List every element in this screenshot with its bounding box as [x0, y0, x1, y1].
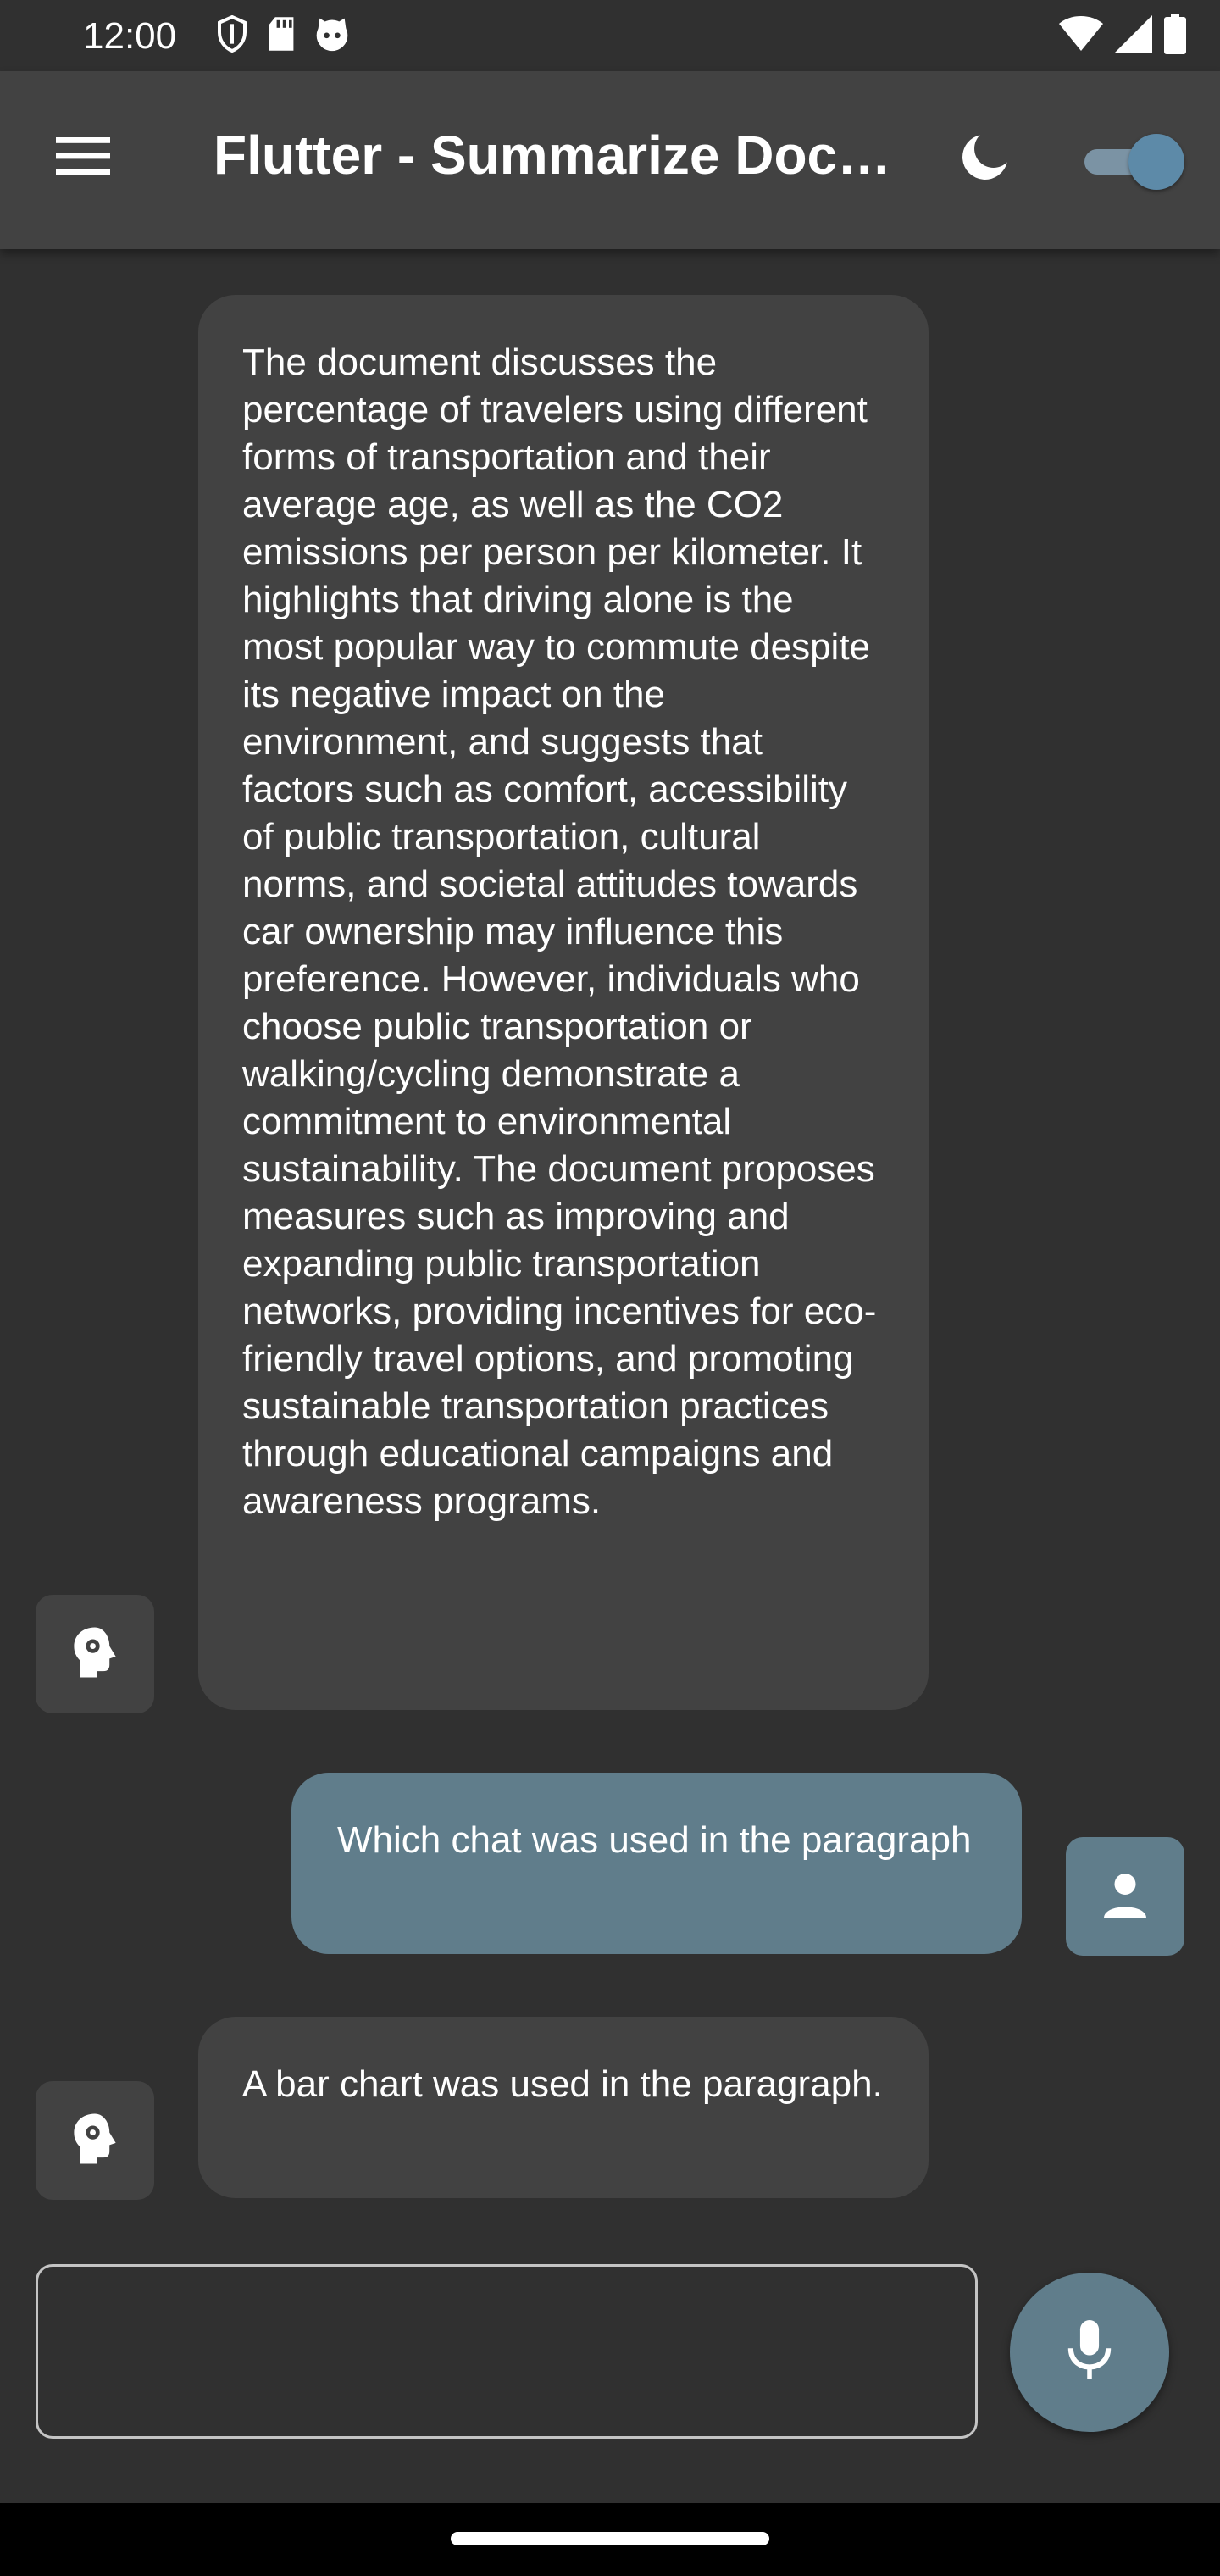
hamburger-menu-icon [56, 136, 110, 179]
wifi-icon [1059, 15, 1103, 53]
sd-card-icon [266, 15, 297, 53]
shield-icon [215, 15, 249, 53]
status-bar: 12:00 [0, 0, 1220, 71]
bot-avatar [36, 2081, 154, 2200]
battery-icon [1164, 14, 1186, 54]
chat-messages[interactable]: The document discusses the percentage of… [0, 249, 1220, 2249]
dark-mode-switch[interactable] [1078, 127, 1188, 195]
page-title: Flutter - Summarize Document [214, 125, 908, 186]
status-time: 12:00 [83, 15, 177, 57]
mic-button[interactable] [1010, 2273, 1169, 2432]
menu-button[interactable] [47, 122, 119, 193]
app-bar: Flutter - Summarize Document [0, 71, 1220, 249]
system-nav-bar [0, 2503, 1220, 2576]
message-input-box[interactable] [36, 2264, 978, 2439]
user-message-bubble: Which chat was used in the paragraph [291, 1773, 1022, 1954]
status-icons-right [1059, 14, 1186, 54]
message-input[interactable] [38, 2267, 975, 2436]
bot-message-bubble: The document discusses the percentage of… [198, 295, 929, 1710]
theme-toggle-button[interactable] [949, 124, 1020, 195]
user-message-text: Which chat was used in the paragraph [337, 1819, 972, 1861]
bot-avatar [36, 1595, 154, 1713]
bot-message-bubble: A bar chart was used in the paragraph. [198, 2017, 929, 2198]
user-avatar [1066, 1837, 1184, 1956]
psychology-head-icon [69, 2112, 120, 2170]
person-icon [1100, 1869, 1151, 1924]
switch-thumb [1128, 134, 1184, 190]
moon-icon [957, 130, 1012, 189]
bot-message-text: A bar chart was used in the paragraph. [242, 2063, 883, 2105]
status-icons-left [215, 15, 351, 53]
bot-message-text: The document discusses the percentage of… [242, 341, 877, 1522]
microphone-icon [1066, 2319, 1113, 2385]
psychology-head-icon [69, 1625, 120, 1684]
home-gesture-handle[interactable] [451, 2532, 769, 2545]
cat-face-icon [313, 15, 351, 53]
signal-icon [1115, 15, 1152, 53]
